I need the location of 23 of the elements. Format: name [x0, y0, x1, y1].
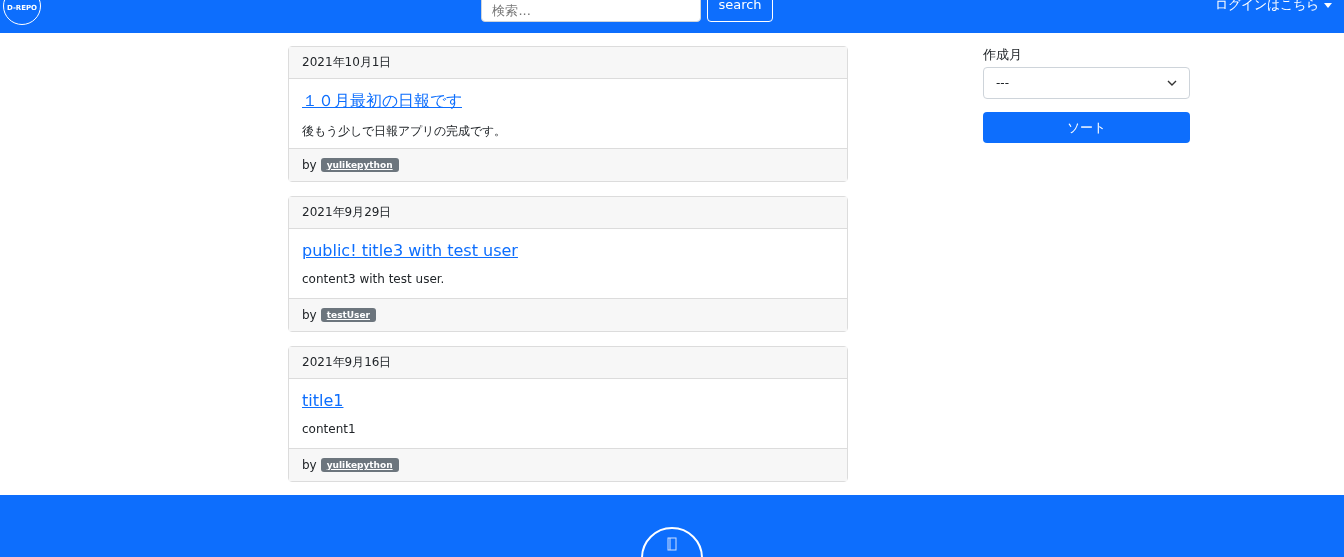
post-title-link[interactable]: public! title3 with test user: [302, 241, 834, 260]
search-button[interactable]: search: [707, 0, 773, 22]
post-content: content3 with test user.: [302, 272, 445, 286]
post-title-link[interactable]: １０月最初の日報です: [302, 91, 834, 112]
post-date: 2021年9月29日: [302, 204, 392, 221]
month-select[interactable]: ---: [983, 67, 1190, 99]
sort-button[interactable]: ソート: [983, 112, 1190, 143]
author-badge[interactable]: testUser: [320, 308, 376, 322]
by-label: by: [302, 308, 317, 322]
post-date: 2021年10月1日: [302, 54, 392, 71]
author-badge[interactable]: yulikepython: [320, 158, 399, 172]
by-label: by: [302, 158, 317, 172]
author-badge[interactable]: yulikepython: [320, 458, 399, 472]
post-content: 後もう少しで日報アプリの完成です。: [302, 124, 506, 138]
post-title-link[interactable]: title1: [302, 391, 834, 410]
by-label: by: [302, 458, 317, 472]
caret-icon: [1324, 2, 1332, 8]
post-date: 2021年9月16日: [302, 354, 392, 371]
book-icon: [667, 537, 677, 551]
post-content: content1: [302, 422, 356, 436]
search-field[interactable]: 検索...: [481, 0, 702, 22]
month-label: 作成月: [983, 46, 1023, 64]
chevron-down-icon: [1167, 80, 1177, 86]
